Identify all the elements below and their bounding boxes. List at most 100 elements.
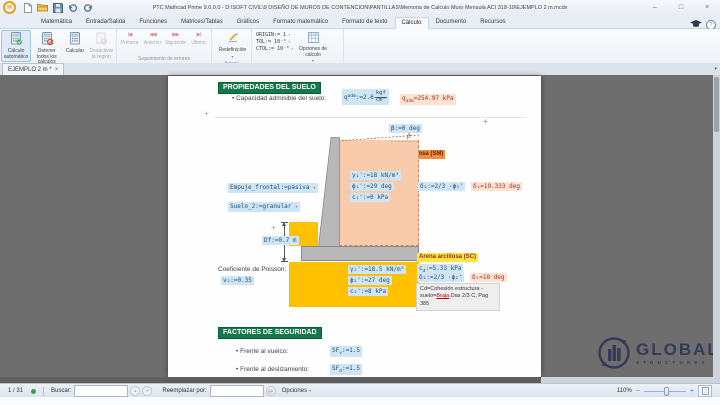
new-file-button[interactable] xyxy=(22,2,33,13)
global-structures-watermark: GLOBAL STRUCTURES xyxy=(596,335,720,371)
quick-access-toolbar xyxy=(22,2,93,13)
tab-overflow-icon[interactable]: ▾ xyxy=(714,66,717,72)
save-button[interactable] xyxy=(52,2,63,13)
tol-setting[interactable]: TOL:= 10⁻³▾ xyxy=(256,39,294,45)
math-region-delta2-result[interactable]: δ₂=18 deg xyxy=(470,273,507,282)
tab-funciones[interactable]: Funciones xyxy=(132,16,174,28)
zoom-in-button[interactable]: + xyxy=(690,388,694,395)
find-options-button[interactable]: Opciones▾ xyxy=(282,388,311,394)
calculate-button[interactable]: Calcular xyxy=(62,30,87,57)
find-input[interactable] xyxy=(74,385,128,397)
document-tab-ejemplo[interactable]: EJEMPLO 2 m * × xyxy=(2,63,64,75)
tab-formato-matematico[interactable]: Formato matemático xyxy=(266,16,335,28)
next-error-button[interactable]: ▶▶ Siguiente xyxy=(164,30,187,46)
minimize-button[interactable]: – xyxy=(642,1,668,15)
redo-button[interactable] xyxy=(82,2,93,13)
origin-setting[interactable]: ORIGIN:= 1▾ xyxy=(256,32,294,38)
math-region-qadm-result[interactable]: qadm=254.97 kPa xyxy=(400,94,456,105)
fit-page-button[interactable] xyxy=(698,385,712,397)
math-region-nu2[interactable]: ν₂:=0.35 xyxy=(221,276,254,285)
math-region-gamma1[interactable]: γ₁':=18 kN/m³ xyxy=(350,171,401,180)
find-label: Buscar: xyxy=(51,388,71,394)
tab-matrices-tablas[interactable]: Matrices/Tablas xyxy=(174,16,230,28)
tab-graficos[interactable]: Gráficos xyxy=(230,16,266,28)
math-region-delta1-definition[interactable]: δ₁:=2/3 ·ϕ₁' xyxy=(418,182,465,191)
zoom-out-button[interactable]: − xyxy=(636,388,640,395)
zoom-slider[interactable] xyxy=(644,387,686,396)
region-anchor-icon: + xyxy=(204,111,209,117)
page-indicator: 1 / 31 xyxy=(8,388,23,394)
last-error-button[interactable]: ▶| Último xyxy=(187,30,210,46)
wall-stem-shape xyxy=(318,137,340,247)
undo-button[interactable] xyxy=(67,2,78,13)
df-dimension-tick-top xyxy=(281,222,288,223)
disable-region-label: Desactivar la región xyxy=(89,49,114,61)
math-region-empuje-frontal[interactable]: Empuje_frontal:=pasiva ▾ xyxy=(228,183,318,193)
math-region-delta2-definition[interactable]: δ₂:=2/3 ·ϕ₂' xyxy=(417,273,464,282)
tab-formato-texto[interactable]: Formato de texto xyxy=(335,16,394,28)
auto-calc-label: Cálculo automático xyxy=(2,49,30,61)
ribbon-empty-space xyxy=(344,29,720,63)
math-region-sfd[interactable]: SFd:=1.5 xyxy=(330,364,362,375)
zoom-slider-thumb[interactable] xyxy=(664,387,669,396)
first-error-button[interactable]: |◀ Primera xyxy=(118,30,141,46)
zoom-level: 110% xyxy=(617,388,632,394)
find-previous-button[interactable]: ▲ xyxy=(130,386,140,396)
ctol-setting[interactable]: CTOL:= 10⁻³▾ xyxy=(256,46,294,52)
vertical-scrollbar[interactable] xyxy=(713,75,720,377)
note-cohesion[interactable]: Cd=Cohesión estructura -suelo=Braja Das … xyxy=(416,283,500,311)
tab-close-icon[interactable]: × xyxy=(55,67,59,73)
bullet-vuelco[interactable]: • Frente al vuelco: xyxy=(236,348,288,355)
divider xyxy=(43,387,44,396)
math-region-gamma2[interactable]: γ₂':=18.5 kN/m³ xyxy=(348,265,406,274)
tab-entrada-salida[interactable]: Entrada/Salida xyxy=(79,16,132,28)
first-error-icon: |◀ xyxy=(128,32,132,38)
titlebar: M PTC Mathcad Prime 9.0.0.0 - D:\SOFT CI… xyxy=(0,0,720,16)
redefinition-button[interactable]: Redefinición ▾ xyxy=(214,30,252,61)
math-region-sfv[interactable]: SFv:=1.5 xyxy=(330,346,362,357)
redefinition-caret-icon: ▾ xyxy=(231,55,233,59)
section-header-propiedades[interactable]: PROPIEDADES DEL SUELO xyxy=(218,82,321,94)
tab-documento[interactable]: Documento xyxy=(429,16,474,28)
previous-error-button[interactable]: ◀◀ Anterior xyxy=(141,30,164,46)
status-bar: 1 / 31 Buscar: ▲ ▼ Reemplazar por: Opcio… xyxy=(0,383,720,398)
close-button[interactable]: × xyxy=(694,1,720,15)
maximize-button[interactable]: □ xyxy=(668,1,694,15)
bullet-capacidad[interactable]: • Capacidad admisible del suelo: xyxy=(232,95,326,102)
math-region-c1[interactable]: c₁':=0 kPa xyxy=(350,193,390,202)
math-region-delta1-result[interactable]: δ₁=19.333 deg xyxy=(471,182,522,191)
group-label-errores: Seguimiento de errores xyxy=(117,56,211,63)
auto-calc-button[interactable]: Cálculo automático xyxy=(1,30,31,62)
section-header-factores[interactable]: FACTORES DE SEGURIDAD xyxy=(218,327,322,339)
bullet-deslizamiento[interactable]: • Frente al deslizamiento: xyxy=(236,366,309,373)
braja-reference-link[interactable]: Braja xyxy=(436,293,449,299)
replace-options-icon[interactable] xyxy=(266,386,276,396)
worksheet-settings-rows: ORIGIN:= 1▾ TOL:= 10⁻³▾ CTOL:= 10⁻³▾ xyxy=(253,30,296,52)
vertical-scrollbar-thumb[interactable] xyxy=(714,77,719,132)
math-region-qadm-definition[interactable]: qadm:=2.6 kgfcm² xyxy=(342,89,389,105)
tab-recursos[interactable]: Recursos xyxy=(473,16,512,28)
calc-options-button[interactable]: Opciones de cálculo ▾ xyxy=(296,30,331,65)
math-region-c2[interactable]: c₂':=8 kPa xyxy=(348,287,388,296)
tab-calculo[interactable]: Cálculo xyxy=(395,17,429,29)
redefinition-icon xyxy=(227,32,239,47)
math-region-phi2[interactable]: ϕ₂':=27 deg xyxy=(348,276,392,285)
window-controls: – □ × xyxy=(642,1,720,15)
worksheet-background: PROPIEDADES DEL SUELO • Capacidad admisi… xyxy=(0,75,720,377)
tab-matematica[interactable]: Matemática xyxy=(34,16,79,28)
calc-status-icon xyxy=(31,389,36,394)
open-file-button[interactable] xyxy=(37,2,48,13)
mathcad-logo-icon[interactable]: M xyxy=(3,1,16,14)
worksheet-page[interactable]: PROPIEDADES DEL SUELO • Capacidad admisi… xyxy=(168,76,541,377)
math-region-df[interactable]: Df:=0.7 m xyxy=(262,236,299,245)
label-arena-arcillosa[interactable]: Arena arcillosa (SC) xyxy=(417,253,478,262)
math-region-beta[interactable]: β:=0 deg xyxy=(389,124,422,133)
replace-input[interactable] xyxy=(210,385,264,397)
previous-error-icon: ◀◀ xyxy=(149,32,155,38)
math-region-phi1[interactable]: ϕ₁':=29 deg xyxy=(350,182,394,191)
disable-region-button[interactable]: Desactivar la región xyxy=(88,30,115,62)
poisson-label[interactable]: Coeficiente de Poisson: xyxy=(218,266,286,273)
find-next-button[interactable]: ▼ xyxy=(142,386,152,396)
math-region-suelo2-tipo[interactable]: Suelo_2:=granular ▾ xyxy=(228,202,300,212)
section-separator xyxy=(214,117,526,118)
